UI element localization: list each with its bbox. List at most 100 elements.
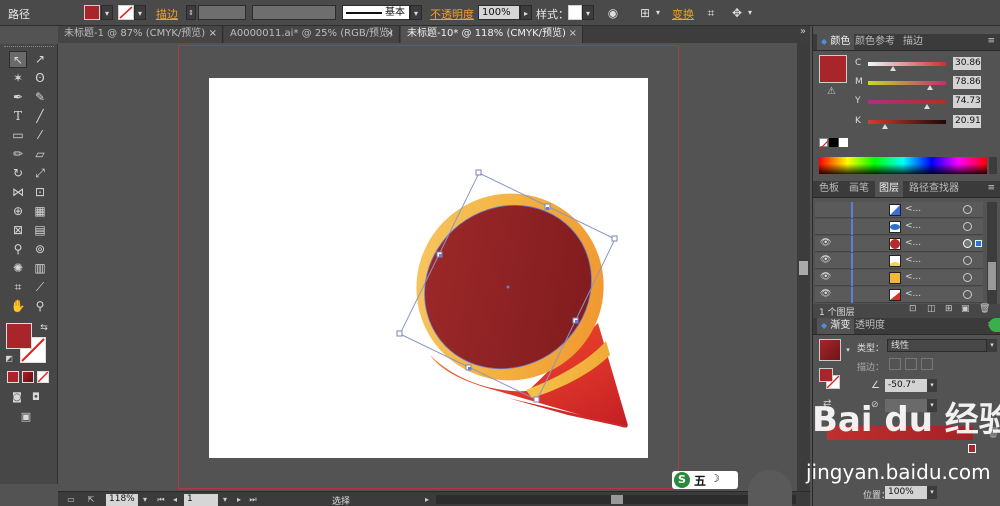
tab-gradient[interactable]: ◆ 渐变 (817, 318, 855, 334)
stroke-style-field[interactable]: 基本 (342, 5, 410, 20)
first-artboard-icon[interactable]: ⏮ (156, 494, 166, 506)
clipping-mask-icon[interactable]: ◫ (927, 304, 936, 314)
eye-icon[interactable]: 👁 (820, 238, 831, 249)
black-color-chip[interactable] (829, 138, 838, 147)
black-slider[interactable] (868, 120, 946, 124)
gradient-presets-dropdown[interactable]: ▾ (843, 344, 853, 357)
cyan-slider-knob[interactable] (890, 66, 896, 71)
tab-brushes[interactable]: 画笔 (845, 181, 873, 197)
eye-icon[interactable]: 👁 (820, 272, 831, 283)
direct-selection-tool-icon[interactable]: ↗ (31, 51, 49, 68)
symbol-sprayer-tool-icon[interactable]: ✺ (9, 260, 27, 277)
toolbox-grip[interactable] (4, 46, 54, 49)
opacity-dropdown[interactable]: ▸ (520, 5, 532, 20)
stroke-across-icon[interactable] (921, 358, 933, 370)
out-of-gamut-icon[interactable]: ⚠ (827, 86, 836, 97)
bbox-handle-bottom-right[interactable] (533, 396, 540, 403)
isolate-icon[interactable]: ⌗ (702, 4, 720, 22)
graphic-style-swatch[interactable] (568, 5, 582, 20)
variable-width-profile[interactable] (252, 5, 336, 20)
artboard-number-field[interactable]: 1 (184, 494, 218, 506)
layer-row[interactable]: <... (815, 219, 983, 235)
swap-fill-stroke-icon[interactable]: ⇆ (38, 320, 50, 337)
eraser-tool-icon[interactable]: ▱ (31, 146, 49, 163)
eyedropper-tool-icon[interactable]: ⚲ (9, 241, 27, 258)
selection-indicator[interactable] (975, 240, 982, 247)
yellow-value-field[interactable]: 74.73 (953, 95, 981, 108)
gradient-type-dropdown[interactable]: ▾ (987, 339, 997, 352)
opacity-field[interactable]: 100% (478, 5, 520, 20)
tab-document-2[interactable]: A0000011.ai* @ 25% (RGB/预览) × (224, 26, 400, 43)
gradient-tool-icon[interactable]: ▤ (31, 222, 49, 239)
draw-mode-icon[interactable]: ◘ (27, 389, 45, 406)
bbox-handle-top-right[interactable] (611, 235, 618, 242)
gradient-angle-field[interactable]: -50.7° (885, 379, 927, 392)
layer-row[interactable]: 👁 <... (815, 287, 983, 303)
scale-tool-icon[interactable]: ⤢ (31, 165, 49, 182)
pen-tool-icon[interactable]: ✒ (9, 89, 27, 106)
hand-tool-icon[interactable]: ✋ (9, 298, 27, 315)
graphic-style-dropdown[interactable]: ▾ (582, 5, 594, 20)
layer-target-icon[interactable] (963, 273, 972, 282)
gradient-angle-dropdown[interactable]: ▾ (927, 379, 937, 392)
layer-target-icon[interactable] (963, 290, 972, 299)
eye-icon[interactable]: 👁 (820, 289, 831, 300)
gradient-type-select[interactable]: 线性 (887, 339, 987, 352)
gradient-stop-handle[interactable] (968, 444, 976, 453)
color-spectrum[interactable] (819, 157, 987, 174)
curvature-tool-icon[interactable]: ✎ (31, 89, 49, 106)
slice-tool-icon[interactable]: ⟋ (31, 279, 49, 296)
magenta-slider-knob[interactable] (927, 85, 933, 90)
white-color-chip[interactable] (839, 138, 848, 147)
layer-row[interactable]: 👁 <... (815, 236, 983, 252)
stroke-swatch[interactable] (118, 5, 134, 20)
zoom-dropdown[interactable]: ▾ (140, 494, 150, 506)
lasso-tool-icon[interactable]: ʘ (31, 70, 49, 87)
color-fill-swatch[interactable] (819, 55, 847, 83)
close-icon[interactable]: × (569, 26, 577, 42)
tab-stroke[interactable]: 描边 (899, 34, 927, 50)
vertical-scroll-thumb[interactable] (799, 261, 808, 275)
type-tool-icon[interactable]: T (9, 108, 27, 125)
transform-link[interactable]: 变换 (672, 6, 694, 22)
gradient-preview-swatch[interactable] (819, 339, 841, 361)
tab-transparency[interactable]: 透明度 (851, 318, 889, 334)
stroke-weight-field[interactable] (198, 5, 246, 20)
tab-swatches[interactable]: 色板 (815, 181, 843, 197)
prev-artboard-icon[interactable]: ◂ (170, 494, 180, 506)
locate-object-icon[interactable]: ⊡ (909, 304, 917, 314)
bbox-handle-bottom-left[interactable] (396, 330, 403, 337)
tab-document-1[interactable]: 未标题-1 @ 87% (CMYK/预览) × (58, 26, 223, 43)
screen-mode-icon[interactable]: ▣ (17, 408, 35, 425)
layers-scrollbar[interactable] (987, 202, 997, 304)
stroke-style-dropdown[interactable]: ▾ (410, 5, 422, 20)
gradient-position-dropdown[interactable]: ▾ (927, 486, 937, 499)
zoom-field[interactable]: 118% (106, 494, 138, 506)
fill-color-box[interactable] (6, 323, 32, 349)
anchor-point[interactable] (546, 207, 549, 210)
none-color-chip[interactable] (819, 138, 829, 150)
default-colors-icon[interactable]: ◩ (4, 350, 14, 367)
tab-pathfinder[interactable]: 路径查找器 (905, 181, 963, 197)
black-value-field[interactable]: 20.91 (953, 115, 981, 128)
new-sublayer-icon[interactable]: ⊞ (945, 304, 953, 314)
layer-row[interactable]: <... (815, 202, 983, 218)
stroke-within-icon[interactable] (889, 358, 901, 370)
blend-tool-icon[interactable]: ⊚ (31, 241, 49, 258)
horizontal-scroll-thumb[interactable] (611, 495, 623, 504)
magenta-value-field[interactable]: 78.86 (953, 76, 981, 89)
selection-tool-icon[interactable]: ↖ (9, 51, 27, 68)
new-layer-icon[interactable]: ▣ (961, 304, 970, 314)
gradient-fill-icon[interactable] (819, 368, 833, 382)
yellow-slider-knob[interactable] (924, 104, 930, 109)
document-canvas[interactable]: S 五 ☽ (58, 43, 810, 491)
eye-icon[interactable]: 👁 (820, 255, 831, 266)
layer-target-icon[interactable] (963, 256, 972, 265)
stroke-link[interactable]: 描边 (156, 6, 178, 22)
layer-target-icon[interactable] (963, 222, 972, 231)
last-artboard-icon[interactable]: ⏭ (248, 494, 258, 506)
tab-layers[interactable]: 图层 (875, 181, 903, 197)
share-icon[interactable]: ⇱ (86, 494, 96, 506)
panel-menu-icon[interactable]: ≡ (987, 36, 995, 46)
layer-target-icon[interactable] (963, 205, 972, 214)
